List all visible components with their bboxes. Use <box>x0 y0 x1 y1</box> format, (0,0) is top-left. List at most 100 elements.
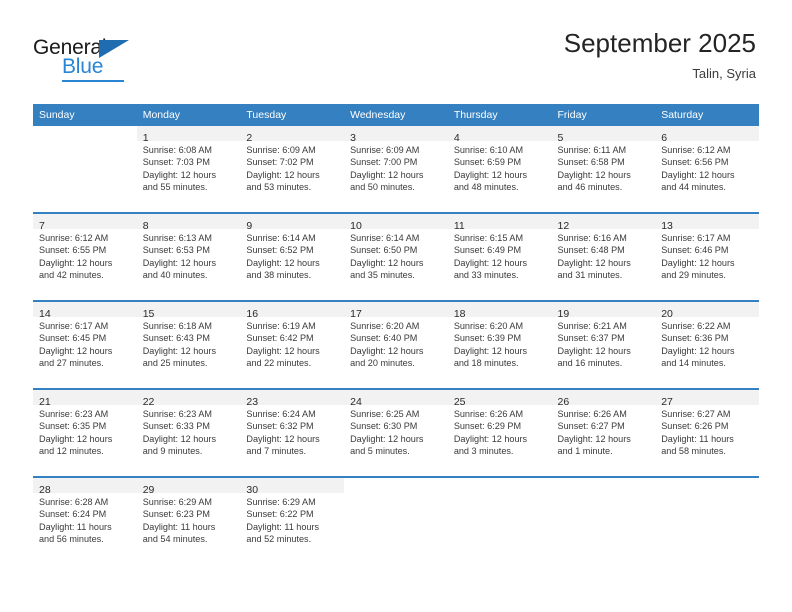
day-details: Sunrise: 6:21 AM Sunset: 6:37 PM Daylight:… <box>552 317 656 369</box>
day-number: 5 <box>557 132 564 144</box>
day-number: 29 <box>142 484 155 496</box>
calendar-day-cell[interactable]: 10 Sunrise: 6:14 AM Sunset: 6:50 PM Dayligh… <box>344 212 448 301</box>
calendar-body: 1 Sunrise: 6:08 AM Sunset: 7:03 PM Daylight… <box>33 126 759 564</box>
daylight-duration-line1: Daylight: 12 hours <box>453 169 528 180</box>
calendar-day-cell[interactable]: 8 Sunrise: 6:13 AM Sunset: 6:53 PM Daylight… <box>136 212 241 301</box>
sunrise-time: Sunrise: 6:19 AM <box>246 321 316 331</box>
daylight-duration-line2: and 42 minutes. <box>39 269 104 280</box>
day-number: 4 <box>453 132 460 144</box>
calendar-day-cell[interactable]: 19 Sunrise: 6:21 AM Sunset: 6:37 PM Dayligh… <box>551 300 656 389</box>
day-number: 25 <box>453 396 466 408</box>
day-number: 3 <box>350 132 356 144</box>
daylight-duration-line2: and 58 minutes. <box>661 445 726 456</box>
page-title: September 2025 <box>563 28 756 58</box>
calendar-day: 17 Sunrise: 6:20 AM Sunset: 6:40 PM Dayligh… <box>344 302 448 388</box>
sunset-time: Sunset: 6:32 PM <box>246 421 314 432</box>
sunrise-time: Sunrise: 6:20 AM <box>453 321 524 331</box>
sunset-time: Sunset: 6:59 PM <box>453 157 522 168</box>
calendar-day-cell[interactable]: 14 Sunrise: 6:17 AM Sunset: 6:45 PM Dayligh… <box>33 300 137 389</box>
calendar-day: 22 Sunrise: 6:23 AM Sunset: 6:33 PM Dayligh… <box>136 390 241 476</box>
calendar-day-cell[interactable]: 16 Sunrise: 6:19 AM Sunset: 6:42 PM Dayligh… <box>240 300 345 389</box>
calendar-day: 25 Sunrise: 6:26 AM Sunset: 6:29 PM Dayligh… <box>447 390 552 476</box>
calendar-day-cell[interactable]: 7 Sunrise: 6:12 AM Sunset: 6:55 PM Daylight… <box>33 212 137 301</box>
calendar-day: 29 Sunrise: 6:29 AM Sunset: 6:23 PM Dayligh… <box>136 478 241 564</box>
daylight-duration-line2: and 18 minutes. <box>453 357 519 368</box>
calendar-day-cell[interactable]: 20 Sunrise: 6:22 AM Sunset: 6:36 PM Dayligh… <box>655 300 759 389</box>
sunrise-time: Sunrise: 6:17 AM <box>39 321 109 331</box>
day-details: Sunrise: 6:28 AM Sunset: 6:24 PM Daylight:… <box>33 493 137 545</box>
daylight-duration-line2: and 14 minutes. <box>661 357 726 368</box>
calendar-day-cell <box>447 476 552 564</box>
calendar-day-cell[interactable]: 9 Sunrise: 6:14 AM Sunset: 6:52 PM Daylight… <box>240 212 345 301</box>
calendar-day-cell[interactable]: 18 Sunrise: 6:20 AM Sunset: 6:39 PM Dayligh… <box>447 300 552 389</box>
calendar-day-cell[interactable]: 4 Sunrise: 6:10 AM Sunset: 6:59 PM Daylight… <box>447 126 552 213</box>
day-details: Sunrise: 6:12 AM Sunset: 6:56 PM Daylight:… <box>655 141 759 193</box>
day-number: 7 <box>39 220 45 232</box>
daylight-duration-line1: Daylight: 12 hours <box>661 345 735 356</box>
calendar-day: 18 Sunrise: 6:20 AM Sunset: 6:39 PM Dayligh… <box>447 302 552 388</box>
calendar-day-cell[interactable]: 5 Sunrise: 6:11 AM Sunset: 6:58 PM Daylight… <box>551 126 656 213</box>
daylight-duration-line1: Daylight: 12 hours <box>246 345 320 356</box>
sunrise-time: Sunrise: 6:11 AM <box>557 145 627 155</box>
sunset-time: Sunset: 7:02 PM <box>246 157 314 168</box>
calendar-day-cell[interactable]: 27 Sunrise: 6:27 AM Sunset: 6:26 PM Dayligh… <box>655 388 759 477</box>
calendar-day-cell[interactable]: 24 Sunrise: 6:25 AM Sunset: 6:30 PM Dayligh… <box>344 388 448 477</box>
day-details: Sunrise: 6:16 AM Sunset: 6:48 PM Daylight:… <box>552 229 656 281</box>
calendar-day-cell[interactable]: 12 Sunrise: 6:16 AM Sunset: 6:48 PM Dayligh… <box>551 212 656 301</box>
sunrise-time: Sunrise: 6:09 AM <box>350 145 420 155</box>
day-number: 10 <box>350 220 362 232</box>
calendar-day-cell[interactable]: 26 Sunrise: 6:26 AM Sunset: 6:27 PM Dayligh… <box>551 388 656 477</box>
logo-underline <box>62 80 124 82</box>
calendar-day-cell[interactable]: 3 Sunrise: 6:09 AM Sunset: 7:00 PM Daylight… <box>344 126 448 213</box>
sunset-time: Sunset: 6:43 PM <box>142 333 210 344</box>
calendar-day-cell[interactable]: 13 Sunrise: 6:17 AM Sunset: 6:46 PM Dayligh… <box>655 212 759 301</box>
general-blue-logo[interactable]: General Blue <box>33 36 153 84</box>
daylight-duration-line1: Daylight: 12 hours <box>246 169 320 180</box>
calendar-day-cell <box>551 476 656 564</box>
calendar-day-cell[interactable]: 23 Sunrise: 6:24 AM Sunset: 6:32 PM Dayligh… <box>240 388 345 477</box>
daylight-duration-line1: Daylight: 12 hours <box>661 257 735 268</box>
day-number: 13 <box>661 220 673 232</box>
calendar-day-cell[interactable]: 1 Sunrise: 6:08 AM Sunset: 7:03 PM Daylight… <box>136 126 241 213</box>
calendar-day-cell[interactable]: 28 Sunrise: 6:28 AM Sunset: 6:24 PM Dayligh… <box>33 476 137 564</box>
calendar-day: 27 Sunrise: 6:27 AM Sunset: 6:26 PM Dayligh… <box>655 390 759 476</box>
day-number-band: 24 <box>344 390 448 408</box>
page-header: General Blue September 2025 Talin, Syria <box>0 0 792 100</box>
calendar-day-cell[interactable]: 11 Sunrise: 6:15 AM Sunset: 6:49 PM Dayligh… <box>447 212 552 301</box>
day-number: 8 <box>142 220 149 232</box>
column-header-saturday: Saturday <box>655 104 759 126</box>
calendar-day: 24 Sunrise: 6:25 AM Sunset: 6:30 PM Dayligh… <box>344 390 448 476</box>
column-header-wednesday: Wednesday <box>344 104 448 126</box>
day-number-band: 28 <box>33 478 137 496</box>
day-number: 27 <box>661 396 673 408</box>
day-details: Sunrise: 6:09 AM Sunset: 7:00 PM Daylight:… <box>344 141 448 193</box>
sunrise-time: Sunrise: 6:15 AM <box>453 233 524 243</box>
calendar-day-cell[interactable]: 21 Sunrise: 6:23 AM Sunset: 6:35 PM Dayligh… <box>33 388 137 477</box>
day-details: Sunrise: 6:14 AM Sunset: 6:50 PM Daylight:… <box>344 229 448 281</box>
daylight-duration-line2: and 35 minutes. <box>350 269 415 280</box>
day-details: Sunrise: 6:17 AM Sunset: 6:45 PM Daylight:… <box>33 317 137 369</box>
day-details: Sunrise: 6:11 AM Sunset: 6:58 PM Daylight:… <box>552 141 656 193</box>
calendar-day-cell[interactable]: 6 Sunrise: 6:12 AM Sunset: 6:56 PM Daylight… <box>655 126 759 213</box>
calendar-day-cell[interactable]: 30 Sunrise: 6:29 AM Sunset: 6:22 PM Dayligh… <box>240 476 345 564</box>
day-details: Sunrise: 6:23 AM Sunset: 6:35 PM Daylight:… <box>33 405 137 457</box>
calendar-day-cell[interactable]: 2 Sunrise: 6:09 AM Sunset: 7:02 PM Daylight… <box>240 126 345 213</box>
calendar-day-cell[interactable]: 22 Sunrise: 6:23 AM Sunset: 6:33 PM Dayligh… <box>136 388 241 477</box>
day-number: 24 <box>350 396 362 408</box>
sunrise-time: Sunrise: 6:09 AM <box>246 145 316 155</box>
daylight-duration-line2: and 20 minutes. <box>350 357 415 368</box>
calendar-day-cell[interactable]: 17 Sunrise: 6:20 AM Sunset: 6:40 PM Dayligh… <box>344 300 448 389</box>
sunrise-time: Sunrise: 6:28 AM <box>39 497 109 507</box>
title-block: September 2025 Talin, Syria <box>564 28 756 81</box>
calendar-day-cell[interactable]: 29 Sunrise: 6:29 AM Sunset: 6:23 PM Dayligh… <box>136 476 241 564</box>
calendar-day-cell[interactable]: 15 Sunrise: 6:18 AM Sunset: 6:43 PM Dayligh… <box>136 300 241 389</box>
triangle-icon <box>99 40 129 58</box>
weekday-header-row: Sunday Monday Tuesday Wednesday Thursday… <box>33 104 759 126</box>
day-number-band: 4 <box>447 126 552 144</box>
column-header-tuesday: Tuesday <box>240 104 345 126</box>
day-number-band: 22 <box>136 390 241 408</box>
calendar-day-cell[interactable]: 25 Sunrise: 6:26 AM Sunset: 6:29 PM Dayligh… <box>447 388 552 477</box>
sunset-time: Sunset: 6:40 PM <box>350 333 418 344</box>
day-number-band: 15 <box>136 302 241 320</box>
sunset-time: Sunset: 6:46 PM <box>661 245 729 256</box>
